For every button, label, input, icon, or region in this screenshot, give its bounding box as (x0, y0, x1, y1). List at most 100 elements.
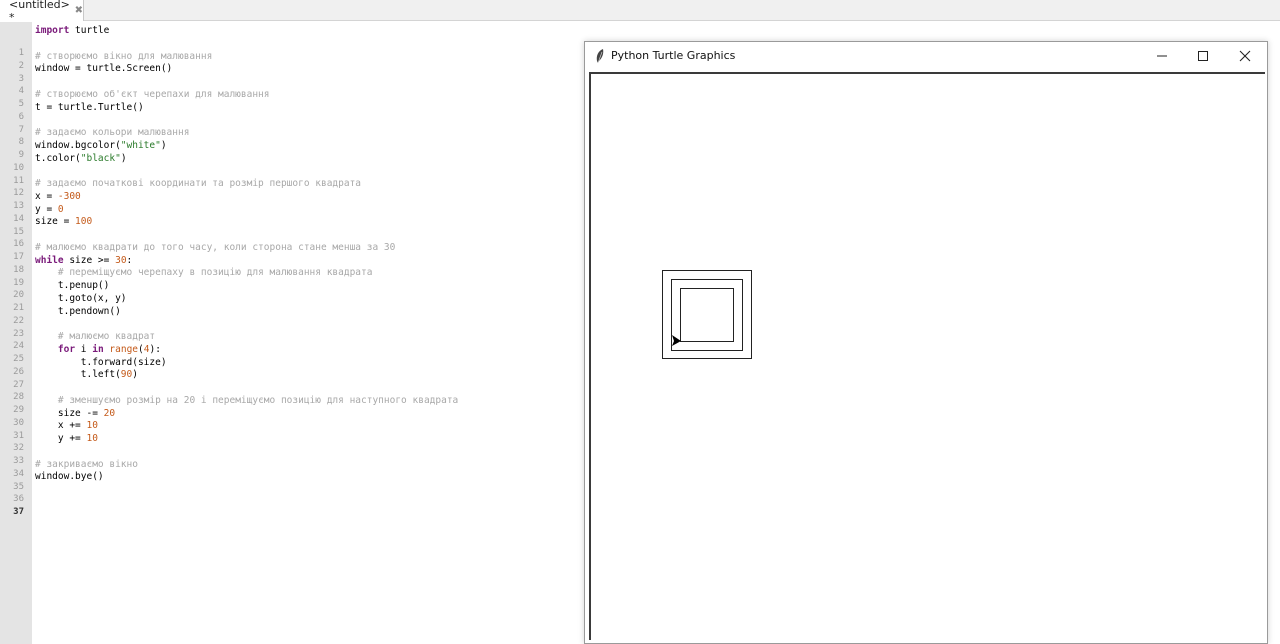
code-token: window = turtle.Screen() (35, 63, 173, 75)
line-number: 15 (13, 226, 24, 237)
code-line[interactable]: # малюємо квадрат (35, 331, 580, 344)
line-number: 2 (18, 60, 24, 71)
code-token: t.goto(x, y) (35, 292, 127, 304)
code-line[interactable]: t.left(90) (35, 369, 580, 382)
code-token: 10 (86, 420, 98, 432)
line-number: 31 (13, 430, 24, 441)
line-number: 9 (18, 150, 24, 160)
code-line[interactable]: t.forward(size) (35, 357, 580, 370)
tab-close-icon[interactable]: ✖ (75, 5, 83, 16)
code-line[interactable]: y += 10 (35, 433, 580, 446)
code-line[interactable]: # переміщуємо черепаху в позицію для мал… (35, 267, 580, 280)
turtle-canvas[interactable] (589, 72, 1265, 640)
maximize-icon (1198, 51, 1208, 61)
code-line[interactable]: window = turtle.Screen() (35, 63, 580, 76)
code-line[interactable]: t.goto(x, y) (35, 293, 580, 306)
code-line[interactable]: for i in range(4): (35, 344, 580, 357)
code-token: # малюємо квадрати до того часу, коли ст… (35, 241, 396, 253)
line-number: 27 (13, 379, 24, 390)
line-number: 28 (13, 392, 24, 403)
code-line[interactable]: window.bye() (35, 471, 580, 484)
code-line[interactable]: # створюємо об'єкт черепахи для малюванн… (35, 89, 580, 102)
code-line[interactable] (35, 229, 580, 242)
code-line[interactable] (35, 318, 580, 331)
code-text[interactable]: import turtle # створюємо вікно для малюв… (35, 25, 580, 497)
line-number: 33 (13, 456, 24, 466)
line-number: 18 (13, 264, 24, 275)
line-number: 30 (13, 417, 24, 428)
code-token: # задаємо кольори малювання (35, 127, 190, 138)
close-icon (1239, 50, 1251, 62)
code-token: ) (160, 139, 167, 151)
maximize-button[interactable] (1183, 42, 1223, 70)
code-token: size = (35, 216, 76, 228)
tab-untitled[interactable]: <untitled> * ✖ (0, 0, 84, 24)
code-line[interactable]: x += 10 (35, 420, 580, 433)
minimize-button[interactable] (1142, 42, 1182, 70)
code-line[interactable]: # задаємо кольори малювання (35, 127, 580, 140)
code-token: # створюємо вікно для малювання (35, 50, 213, 62)
line-number: 14 (13, 213, 24, 224)
code-token: size -= (35, 407, 104, 419)
line-number: 37 (13, 507, 24, 517)
code-token: "white" (120, 139, 161, 151)
feather-icon (596, 49, 604, 64)
line-number: 36 (13, 494, 24, 505)
line-number: 3 (18, 73, 24, 84)
code-line[interactable]: size -= 20 (35, 408, 580, 421)
code-line[interactable]: t.penup() (35, 280, 580, 293)
code-line[interactable] (35, 76, 580, 89)
line-number: 26 (13, 366, 24, 377)
code-token: window.bgcolor( (35, 139, 121, 151)
code-line[interactable]: y = 0 (35, 204, 580, 217)
code-line[interactable] (35, 165, 580, 178)
code-line[interactable]: # закриваємо вікно (35, 459, 580, 472)
code-line[interactable]: t.color("black") (35, 153, 580, 166)
code-line[interactable]: t.pendown() (35, 306, 580, 319)
code-token: ) (120, 152, 127, 164)
code-line[interactable] (35, 446, 580, 459)
code-line[interactable]: # зменшуємо розмір на 20 і переміщуємо п… (35, 395, 580, 408)
code-line[interactable] (35, 484, 580, 497)
code-line[interactable] (35, 114, 580, 127)
code-line[interactable]: x = -300 (35, 191, 580, 204)
code-line[interactable]: # створюємо вікно для малювання (35, 51, 580, 64)
line-number: 24 (13, 341, 24, 352)
code-token: t.pendown() (35, 305, 121, 317)
turtle-cursor-icon (672, 335, 681, 346)
line-number: 5 (18, 99, 24, 109)
code-line[interactable] (35, 38, 580, 51)
code-token: x += (35, 420, 87, 432)
code-line[interactable]: import turtle (35, 25, 580, 38)
line-number: 34 (13, 468, 24, 479)
close-button[interactable] (1225, 42, 1265, 70)
line-number: 10 (13, 162, 24, 173)
code-line[interactable]: # малюємо квадрати до того часу, коли ст… (35, 242, 580, 255)
code-token: # створюємо об'єкт черепахи для малюванн… (35, 88, 270, 100)
code-token: t.color( (35, 152, 81, 164)
code-token: 0 (57, 203, 64, 215)
code-token: 20 (103, 407, 116, 419)
minimize-icon (1157, 55, 1167, 57)
code-token: turtle (69, 25, 110, 36)
line-number-gutter: 1 2 3 4 5 6 7 8 9 10 11 12 13 14 15 16 17 18 19 20 21 22 23 24 2… (0, 22, 32, 644)
turtle-window[interactable]: Python Turtle Graphics (584, 41, 1268, 644)
code-line[interactable]: # задаємо початкові координати та розмір… (35, 178, 580, 191)
code-token: t = turtle.Turtle() (35, 101, 144, 113)
code-line[interactable]: window.bgcolor("white") (35, 140, 580, 153)
code-token: # закриваємо вікно (35, 458, 138, 470)
code-line[interactable]: size = 100 (35, 216, 580, 229)
code-token: "black" (80, 152, 121, 164)
line-number: 25 (13, 354, 24, 364)
code-line[interactable]: while size >= 30: (35, 255, 580, 268)
code-line[interactable]: t = turtle.Turtle() (35, 102, 580, 115)
code-line[interactable] (35, 382, 580, 395)
code-token: t.left( (35, 369, 121, 381)
tab-label: <untitled> * (9, 0, 70, 24)
line-number: 7 (18, 124, 24, 135)
line-number: 32 (13, 443, 24, 454)
line-number: 11 (13, 175, 24, 186)
window-titlebar[interactable]: Python Turtle Graphics (585, 42, 1267, 70)
